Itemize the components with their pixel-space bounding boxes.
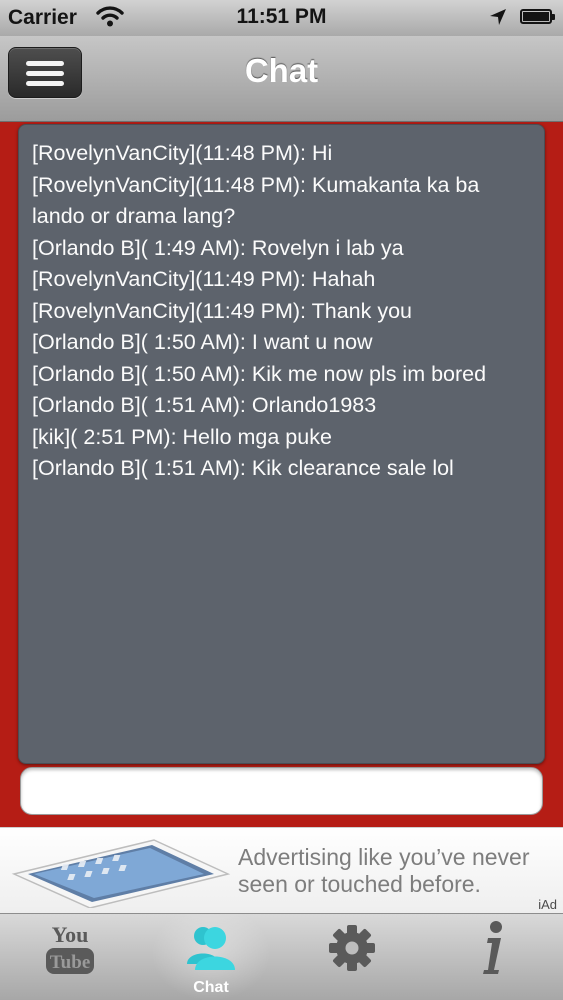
gear-icon <box>329 925 375 971</box>
navigation-bar: Chat <box>0 36 563 122</box>
chat-message: [RovelynVanCity](11:49 PM): Hahah <box>32 267 376 291</box>
youtube-icon: You Tube <box>46 922 94 974</box>
app-screen: Carrier 11:51 PM Chat [RovelynVanCity](1… <box>0 0 563 1000</box>
ad-text: Advertising like you’ve never seen or to… <box>238 844 530 897</box>
status-time: 11:51 PM <box>236 5 327 28</box>
status-bar: Carrier 11:51 PM <box>0 0 563 36</box>
svg-text:You: You <box>52 922 89 947</box>
message-input[interactable] <box>20 767 543 815</box>
chat-log: [RovelynVanCity](11:48 PM): Hi [RovelynV… <box>32 138 532 485</box>
tab-bar: You Tube Chat <box>0 913 563 1000</box>
tab-label: Chat <box>193 979 229 996</box>
svg-text:Tube: Tube <box>50 952 91 973</box>
tab-chat[interactable]: Chat <box>141 914 281 1000</box>
battery-icon <box>520 9 555 24</box>
tab-youtube[interactable]: You Tube <box>0 914 140 1000</box>
tab-settings[interactable] <box>282 914 422 1000</box>
chat-message: [Orlando B]( 1:50 AM): Kik me now pls im… <box>32 361 487 386</box>
iad-label: iAd <box>538 897 557 912</box>
chat-panel[interactable]: [RovelynVanCity](11:48 PM): Hi [RovelynV… <box>18 124 545 764</box>
page-title: Chat <box>244 52 319 89</box>
battery-fill <box>523 12 549 21</box>
chat-message: [RovelynVanCity](11:49 PM): Thank you <box>32 298 413 323</box>
chat-message: [Orlando B]( 1:51 AM): Orlando1983 <box>32 393 377 417</box>
info-icon <box>483 921 502 974</box>
chat-message: [Orlando B]( 1:49 AM): Rovelyn i lab ya <box>32 235 404 260</box>
tablet-image <box>11 839 231 908</box>
chat-message: [Orlando B]( 1:50 AM): I want u now <box>32 330 373 354</box>
tab-info[interactable] <box>423 914 563 1000</box>
chat-message: [kik]( 2:51 PM): Hello mga puke <box>32 424 332 449</box>
chat-message: [Orlando B]( 1:51 AM): Kik clearance sal… <box>32 456 454 480</box>
chat-message: [RovelynVanCity](11:48 PM): Kumakanta ka… <box>32 172 480 229</box>
chat-message: [RovelynVanCity](11:48 PM): Hi <box>32 141 333 165</box>
location-arrow-icon <box>490 9 506 25</box>
ad-banner[interactable]: Advertising like you’ve never seen or to… <box>0 827 563 914</box>
people-icon <box>187 927 235 970</box>
